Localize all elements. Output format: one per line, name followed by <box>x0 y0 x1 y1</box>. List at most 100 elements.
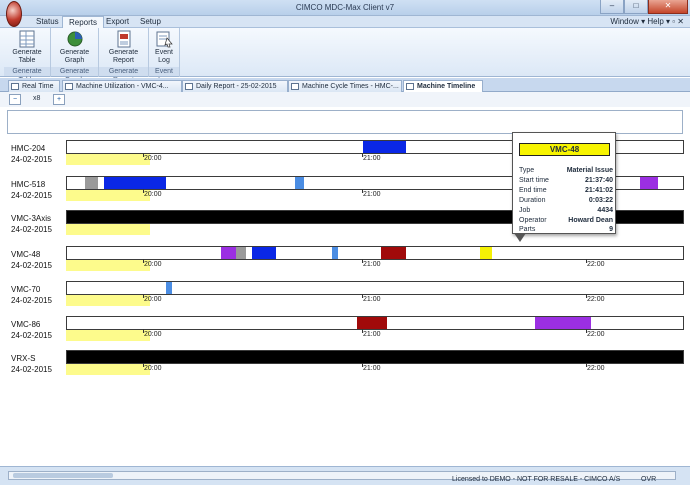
zoom-out-icon[interactable]: − <box>9 94 21 105</box>
timeline-segment[interactable] <box>73 282 104 294</box>
timeline-segment[interactable] <box>461 141 479 153</box>
timeline-segment[interactable] <box>276 282 288 294</box>
timeline-segment[interactable] <box>110 282 135 294</box>
timeline-segment[interactable] <box>326 282 357 294</box>
timeline-segment[interactable] <box>665 317 683 329</box>
timeline-segment[interactable] <box>443 141 455 153</box>
timeline-segment[interactable] <box>418 317 449 329</box>
timeline-segment[interactable] <box>535 317 591 329</box>
timeline-bar[interactable] <box>66 350 684 364</box>
timeline-segment[interactable] <box>159 317 184 329</box>
tab-real-time[interactable]: Real Time <box>8 80 60 92</box>
timeline-segment[interactable] <box>190 177 215 189</box>
timeline-segment[interactable] <box>289 141 314 153</box>
timeline-segment[interactable] <box>178 282 215 294</box>
timeline-segment[interactable] <box>85 177 98 189</box>
scrollbar-thumb[interactable] <box>13 473 113 478</box>
timeline-segment[interactable] <box>461 177 486 189</box>
timeline-segment[interactable] <box>147 247 221 259</box>
timeline-segment[interactable] <box>236 247 246 259</box>
timeline-segment[interactable] <box>332 317 357 329</box>
timeline-segment[interactable] <box>338 247 381 259</box>
timeline-segment[interactable] <box>289 317 326 329</box>
generate-graph-button[interactable]: Generate Graph <box>54 30 95 68</box>
timeline-segment[interactable] <box>486 141 504 153</box>
timeline-segment[interactable] <box>566 282 603 294</box>
timeline-segment[interactable] <box>387 317 412 329</box>
minimize-button[interactable]: – <box>600 0 624 14</box>
tab-machine-utilization[interactable]: Machine Utilization - VMC-4... <box>62 80 182 92</box>
timeline-segment[interactable] <box>621 177 639 189</box>
timeline-segment[interactable] <box>122 141 153 153</box>
timeline-segment[interactable] <box>572 247 609 259</box>
timeline-segment[interactable] <box>323 141 338 153</box>
timeline-segment[interactable] <box>362 141 406 153</box>
timeline-segment[interactable] <box>486 317 535 329</box>
timeline-segment[interactable] <box>529 282 560 294</box>
window-help-menu[interactable]: Window ▾ Help ▾ ▫ ✕ <box>610 16 684 28</box>
timeline-segment[interactable] <box>67 351 683 363</box>
timeline-segment[interactable] <box>479 247 493 259</box>
menu-tab-setup[interactable]: Setup <box>134 16 167 28</box>
timeline-segment[interactable] <box>486 282 523 294</box>
timeline-segment[interactable] <box>628 141 646 153</box>
timeline-segment[interactable] <box>67 247 141 259</box>
generate-table-button[interactable]: Generate Table <box>7 30 47 68</box>
timeline-segment[interactable] <box>190 317 215 329</box>
timeline-bar[interactable] <box>66 316 684 330</box>
timeline-segment[interactable] <box>609 282 640 294</box>
timeline-segment[interactable] <box>166 177 184 189</box>
timeline-segment[interactable] <box>418 141 436 153</box>
timeline-segment[interactable] <box>400 282 437 294</box>
timeline-segment[interactable] <box>221 317 252 329</box>
timeline-segment[interactable] <box>597 317 622 329</box>
timeline-segment[interactable] <box>85 317 103 329</box>
tab-machine-cycle-times[interactable]: Machine Cycle Times - HMC-... <box>288 80 402 92</box>
timeline-segment[interactable] <box>652 141 683 153</box>
timeline-segment[interactable] <box>97 141 117 153</box>
timeline-segment[interactable] <box>251 247 277 259</box>
timeline-segment[interactable] <box>141 282 159 294</box>
timeline-segment[interactable] <box>455 317 480 329</box>
timeline-segment[interactable] <box>141 317 153 329</box>
timeline-segment[interactable] <box>529 247 566 259</box>
timeline-segment[interactable] <box>193 141 227 153</box>
timeline-segment[interactable] <box>233 141 251 153</box>
timeline-segment[interactable] <box>74 141 91 153</box>
timeline-segment[interactable] <box>406 247 455 259</box>
event-log-button[interactable]: Event Log <box>152 30 176 68</box>
timeline-segment[interactable] <box>356 317 388 329</box>
app-logo-icon[interactable] <box>6 1 22 27</box>
timeline-segment[interactable] <box>67 317 79 329</box>
timeline-segment[interactable] <box>363 282 394 294</box>
timeline-segment[interactable] <box>313 141 322 153</box>
menu-tab-status[interactable]: Status <box>30 16 65 28</box>
timeline-segment[interactable] <box>221 177 295 189</box>
timeline-segment[interactable] <box>67 177 79 189</box>
timeline-segment[interactable] <box>283 247 332 259</box>
timeline-segment[interactable] <box>443 282 480 294</box>
timeline-segment[interactable] <box>406 141 418 153</box>
timeline-segment[interactable] <box>492 247 523 259</box>
timeline-segment[interactable] <box>310 177 332 189</box>
timeline-segment[interactable] <box>103 177 166 189</box>
timeline-segment[interactable] <box>628 317 659 329</box>
timeline-segment[interactable] <box>430 177 455 189</box>
timeline-segment[interactable] <box>258 317 283 329</box>
timeline-segment[interactable] <box>104 317 113 329</box>
timeline-bar[interactable] <box>66 246 684 260</box>
timeline-segment[interactable] <box>67 141 74 153</box>
timeline-segment[interactable] <box>113 317 135 329</box>
timeline-segment[interactable] <box>665 177 683 189</box>
close-button[interactable]: ✕ <box>648 0 688 14</box>
timeline-segment[interactable] <box>221 247 237 259</box>
menu-tab-export[interactable]: Export <box>100 16 135 28</box>
timeline-segment[interactable] <box>184 141 193 153</box>
timeline-segment[interactable] <box>381 247 406 259</box>
filter-box[interactable] <box>7 110 683 134</box>
generate-report-button[interactable]: Generate Report <box>102 30 145 68</box>
timeline-segment[interactable] <box>658 247 683 259</box>
maximize-button[interactable]: □ <box>624 0 648 14</box>
timeline-segment[interactable] <box>615 247 652 259</box>
timeline-segment[interactable] <box>258 141 283 153</box>
